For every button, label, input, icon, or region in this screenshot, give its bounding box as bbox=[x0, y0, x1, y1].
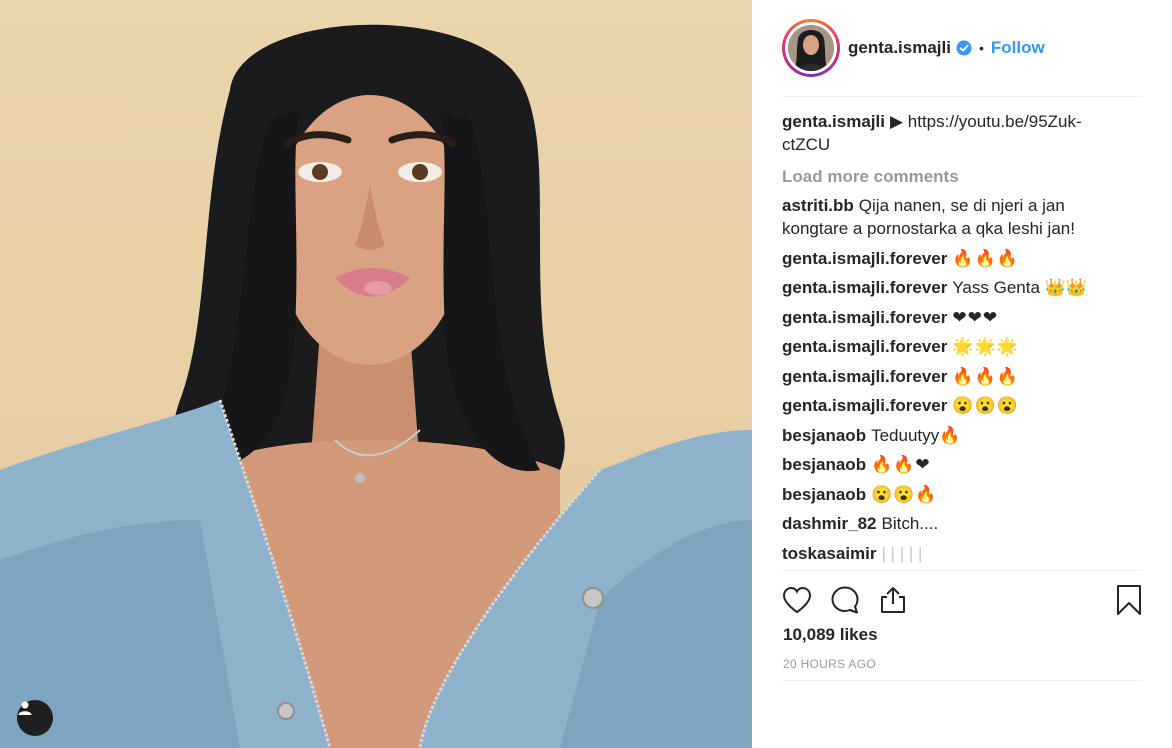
comment-username[interactable]: besjanaob bbox=[782, 455, 866, 474]
caption-username[interactable]: genta.ismajli bbox=[782, 112, 885, 131]
speech-bubble-icon[interactable] bbox=[830, 585, 860, 615]
comment-username[interactable]: astriti.bb bbox=[782, 196, 854, 215]
avatar[interactable] bbox=[782, 19, 840, 77]
comment-text: Yass Genta 👑👑 bbox=[952, 278, 1087, 297]
comment-username[interactable]: genta.ismajli.forever bbox=[782, 249, 947, 268]
user-tag-button[interactable] bbox=[17, 700, 53, 736]
comment-text: 🔥🔥❤ bbox=[871, 455, 931, 474]
comment-text: 😮😮🔥 bbox=[871, 484, 938, 504]
post-actions bbox=[782, 582, 1142, 618]
comment-username[interactable]: besjanaob bbox=[782, 426, 866, 445]
comment-item: genta.ismajli.forever ❤❤❤ bbox=[782, 306, 1107, 329]
comment-text: | | | | | bbox=[881, 543, 923, 563]
separator-dot: • bbox=[978, 40, 984, 56]
share-icon[interactable] bbox=[878, 585, 908, 615]
verified-badge-icon bbox=[956, 40, 972, 56]
comment-text: 🔥🔥🔥 bbox=[952, 248, 1019, 268]
post-timestamp[interactable]: 20 HOURS AGO bbox=[783, 657, 876, 671]
likes-count[interactable]: 10,089 likes bbox=[783, 625, 878, 645]
comment-item: genta.ismajli.forever 😮😮😮 bbox=[782, 394, 1107, 417]
comment-item: genta.ismajli.forever 🔥🔥🔥 bbox=[782, 247, 1107, 270]
comment-item: besjanaob 😮😮🔥 bbox=[782, 483, 1107, 506]
comment-username[interactable]: genta.ismajli.forever bbox=[782, 337, 947, 356]
comment-item: besjanaob Teduutyy🔥 bbox=[782, 424, 1107, 447]
comment-item: astriti.bb Qija nanen, se di njeri a jan … bbox=[782, 194, 1107, 240]
comment-item: genta.ismajli.forever 🔥🔥🔥 bbox=[782, 365, 1107, 388]
comment-username[interactable]: genta.ismajli.forever bbox=[782, 396, 947, 415]
header-divider bbox=[782, 96, 1142, 97]
footer-divider bbox=[782, 680, 1142, 681]
heart-icon[interactable] bbox=[782, 586, 812, 614]
comment-username[interactable]: genta.ismajli.forever bbox=[782, 308, 947, 327]
comment-item: toskasaimir | | | | | bbox=[782, 542, 1107, 565]
comment-text: 🔥🔥🔥 bbox=[952, 366, 1019, 386]
comment-item: dashmir_82 Bitch.... bbox=[782, 512, 1107, 535]
author-username[interactable]: genta.ismajli bbox=[848, 38, 951, 58]
comment-username[interactable]: genta.ismajli.forever bbox=[782, 367, 947, 386]
post-side-panel: genta.ismajli • Follow genta.ismajli ▶ ht… bbox=[752, 0, 1172, 748]
comment-text: Teduutyy🔥 bbox=[871, 425, 961, 445]
comment-text: 🌟🌟🌟 bbox=[952, 337, 1019, 356]
comment-item: besjanaob 🔥🔥❤ bbox=[782, 453, 1107, 476]
comment-text: ❤❤❤ bbox=[952, 307, 999, 327]
post-header: genta.ismajli • Follow bbox=[782, 16, 1142, 80]
comment-item: genta.ismajli.forever 🌟🌟🌟 bbox=[782, 335, 1107, 358]
comment-text: 😮😮😮 bbox=[952, 396, 1019, 415]
comment-username[interactable]: genta.ismajli.forever bbox=[782, 278, 947, 297]
post-caption: genta.ismajli ▶ https://youtu.be/95Zuk-ct… bbox=[782, 110, 1107, 156]
bookmark-icon[interactable] bbox=[1116, 584, 1142, 616]
comment-text: Bitch.... bbox=[881, 514, 939, 533]
comments-list[interactable]: genta.ismajli ▶ https://youtu.be/95Zuk-ct… bbox=[782, 110, 1107, 566]
follow-button[interactable]: Follow bbox=[991, 38, 1045, 58]
portrait-image bbox=[0, 24, 752, 748]
comment-username[interactable]: toskasaimir bbox=[782, 544, 877, 563]
comment-username[interactable]: besjanaob bbox=[782, 485, 866, 504]
load-more-comments-button[interactable]: Load more comments bbox=[782, 165, 1107, 188]
post-photo[interactable] bbox=[0, 0, 752, 748]
comments-divider bbox=[782, 570, 1142, 571]
comment-username[interactable]: dashmir_82 bbox=[782, 514, 877, 533]
avatar-image bbox=[788, 25, 834, 71]
comment-item: genta.ismajli.forever Yass Genta 👑👑 bbox=[782, 276, 1107, 299]
